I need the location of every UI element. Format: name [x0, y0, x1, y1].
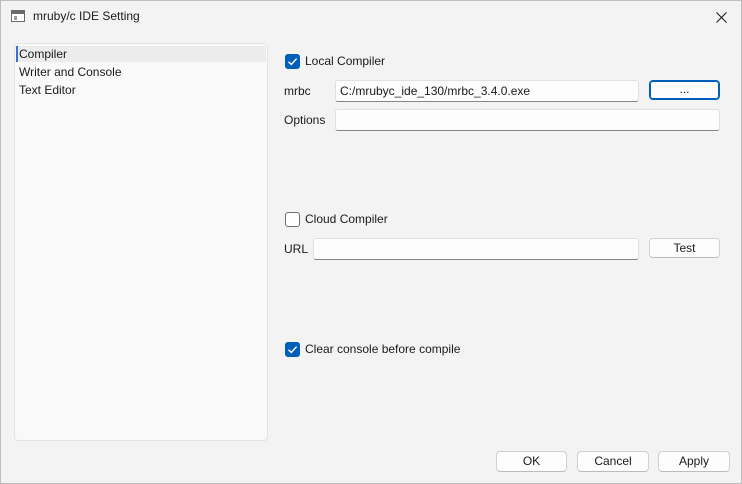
cloud-compiler-label: Cloud Compiler: [305, 212, 388, 226]
title-bar[interactable]: mruby/c IDE Setting: [1, 1, 741, 33]
clear-console-checkbox[interactable]: [285, 342, 300, 357]
nav-item-text-editor[interactable]: Text Editor: [16, 82, 266, 98]
settings-dialog: mruby/c IDE Setting Compiler Writer and …: [0, 0, 742, 484]
browse-mrbc-button[interactable]: ...: [649, 80, 720, 100]
close-button[interactable]: [707, 5, 735, 29]
close-icon: [715, 11, 727, 23]
cloud-compiler-checkbox[interactable]: [285, 212, 300, 227]
mrbc-label: mrbc: [284, 84, 311, 98]
url-input[interactable]: [313, 238, 639, 260]
ok-button[interactable]: OK: [496, 451, 567, 472]
window-app-icon: [11, 10, 25, 22]
apply-button[interactable]: Apply: [658, 451, 730, 472]
nav-item-compiler[interactable]: Compiler: [16, 46, 266, 62]
window-title: mruby/c IDE Setting: [33, 9, 140, 23]
settings-category-list: Compiler Writer and Console Text Editor: [14, 43, 268, 441]
mrbc-path-input[interactable]: [335, 80, 639, 102]
url-label: URL: [284, 242, 309, 256]
local-compiler-label: Local Compiler: [305, 54, 386, 68]
local-compiler-checkbox[interactable]: [285, 54, 300, 69]
cancel-button[interactable]: Cancel: [577, 451, 649, 472]
options-input[interactable]: [335, 109, 720, 131]
checkmark-icon: [288, 58, 298, 66]
nav-item-writer-and-console[interactable]: Writer and Console: [16, 64, 266, 80]
test-button[interactable]: Test: [649, 238, 720, 258]
clear-console-label: Clear console before compile: [305, 342, 461, 356]
options-label: Options: [284, 113, 326, 127]
checkmark-icon: [288, 346, 298, 354]
